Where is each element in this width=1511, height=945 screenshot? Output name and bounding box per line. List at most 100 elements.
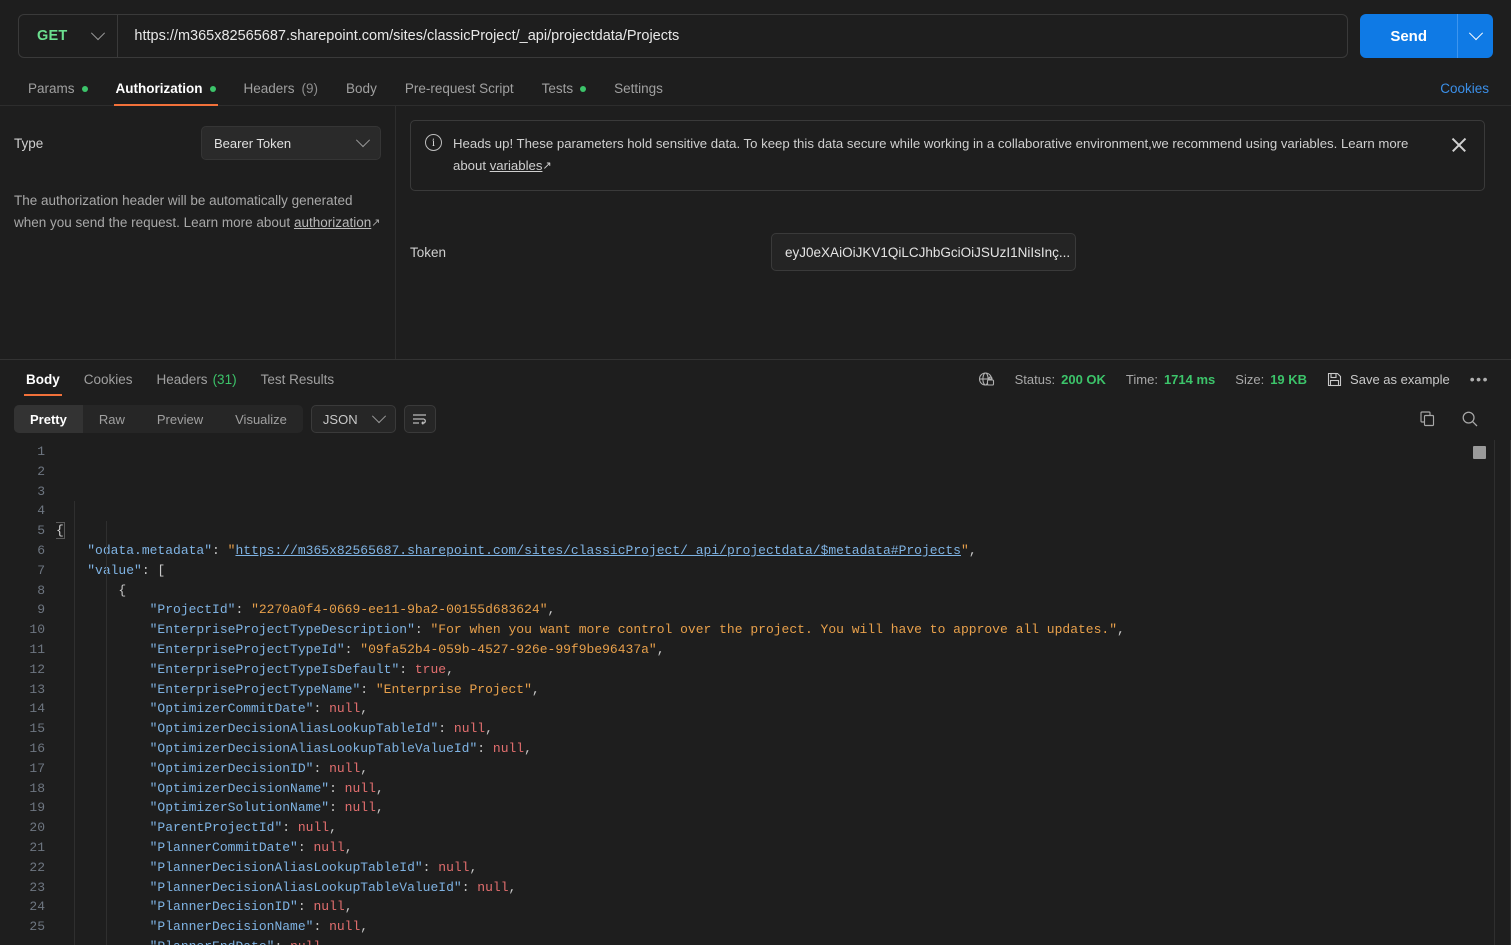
http-method-dropdown[interactable]: GET xyxy=(19,15,118,57)
code-token: null xyxy=(329,761,360,776)
more-options-icon[interactable]: ••• xyxy=(1470,371,1489,387)
view-mode-raw[interactable]: Raw xyxy=(83,405,141,433)
code-line: "PlannerCommitDate": null, xyxy=(56,838,1511,858)
tab-settings[interactable]: Settings xyxy=(600,81,677,105)
code-line: "OptimizerDecisionName": null, xyxy=(56,779,1511,799)
send-button[interactable]: Send xyxy=(1360,14,1457,58)
code-line: "EnterpriseProjectTypeId": "09fa52b4-059… xyxy=(56,640,1511,660)
word-wrap-icon xyxy=(412,412,428,426)
search-icon[interactable] xyxy=(1461,410,1479,428)
view-mode-preview[interactable]: Preview xyxy=(141,405,219,433)
response-format-select[interactable]: JSON xyxy=(311,405,396,433)
view-mode-visualize[interactable]: Visualize xyxy=(219,405,303,433)
response-tab-test-results[interactable]: Test Results xyxy=(249,360,347,398)
code-token: "PlannerDecisionID" xyxy=(150,899,298,914)
code-line: "OptimizerDecisionAliasLookupTableId": n… xyxy=(56,719,1511,739)
url-input[interactable] xyxy=(118,28,1347,44)
code-line: { xyxy=(56,521,1511,541)
minimap-thumb[interactable] xyxy=(1473,446,1486,459)
request-url-bar: GET Send xyxy=(0,0,1511,72)
notice-text: Heads up! These parameters hold sensitiv… xyxy=(453,133,1437,178)
tab-label: Tests xyxy=(542,81,574,96)
line-number: 2 xyxy=(0,462,45,482)
code-token: null xyxy=(454,721,485,736)
postman-window: GET Send Params Authorization Headers (9… xyxy=(0,0,1511,945)
response-tab-body[interactable]: Body xyxy=(14,360,72,398)
code-token: : xyxy=(274,939,290,945)
response-tab-cookies[interactable]: Cookies xyxy=(72,360,145,398)
token-input[interactable]: eyJ0eXAiOiJKV1QiLCJhbGciOiJSUzI1NiIsInç.… xyxy=(771,233,1076,271)
token-row: Token eyJ0eXAiOiJKV1QiLCJhbGciOiJSUzI1Ni… xyxy=(410,233,1485,271)
code-line: { xyxy=(56,581,1511,601)
code-token: : xyxy=(438,721,454,736)
code-line: "PlannerDecisionAliasLookupTableValueId"… xyxy=(56,878,1511,898)
tab-tests[interactable]: Tests xyxy=(528,81,601,105)
copy-icon[interactable] xyxy=(1419,410,1437,428)
globe-lock-icon[interactable] xyxy=(978,371,995,388)
line-number: 24 xyxy=(0,897,45,917)
tab-label: Params xyxy=(28,81,75,96)
code-token: "09fa52b4-059b-4527-926e-99f9be96437a" xyxy=(360,642,656,657)
save-as-example-label: Save as example xyxy=(1350,372,1450,387)
auth-type-select[interactable]: Bearer Token xyxy=(201,126,381,160)
code-token: : [ xyxy=(142,563,165,578)
code-token: "EnterpriseProjectTypeIsDefault" xyxy=(150,662,400,677)
tab-headers[interactable]: Headers (9) xyxy=(230,81,333,105)
code-line: "PlannerDecisionAliasLookupTableId": nul… xyxy=(56,858,1511,878)
code-token: : xyxy=(282,820,298,835)
time-value: 1714 ms xyxy=(1164,372,1215,387)
line-number: 3 xyxy=(0,482,45,502)
code-token: "PlannerCommitDate" xyxy=(150,840,298,855)
line-number: 11 xyxy=(0,640,45,660)
json-code-editor[interactable]: 1234567891011121314151617181920212223242… xyxy=(0,440,1511,945)
tab-label: Headers xyxy=(157,372,208,387)
size-metric: Size: 19 KB xyxy=(1235,372,1307,387)
line-number: 20 xyxy=(0,818,45,838)
line-number: 22 xyxy=(0,858,45,878)
notice-sentence: Heads up! These parameters hold sensitiv… xyxy=(453,136,1408,173)
code-token: null xyxy=(329,701,360,716)
http-method-label: GET xyxy=(37,28,67,44)
cookies-link[interactable]: Cookies xyxy=(1440,81,1489,96)
response-tab-headers[interactable]: Headers (31) xyxy=(145,360,249,398)
line-number: 13 xyxy=(0,680,45,700)
variables-doc-link[interactable]: variables xyxy=(490,158,543,173)
word-wrap-button[interactable] xyxy=(404,405,436,433)
code-token: , xyxy=(376,781,384,796)
code-token: , xyxy=(969,543,977,558)
tab-label: Headers xyxy=(244,81,295,96)
view-mode-pretty[interactable]: Pretty xyxy=(14,405,83,433)
close-icon[interactable] xyxy=(1448,134,1470,156)
tab-params[interactable]: Params xyxy=(14,81,102,105)
line-number: 7 xyxy=(0,561,45,581)
view-toolbar-actions xyxy=(1419,410,1497,428)
code-token: "EnterpriseProjectTypeDescription" xyxy=(150,622,415,637)
authorization-pane: Type Bearer Token The authorization head… xyxy=(0,106,1511,359)
code-token: : xyxy=(313,919,329,934)
code-token: "OptimizerCommitDate" xyxy=(150,701,314,716)
code-token: : xyxy=(298,840,314,855)
tab-authorization[interactable]: Authorization xyxy=(102,81,230,105)
chevron-down-icon xyxy=(356,133,370,147)
code-token[interactable]: https://m365x82565687.sharepoint.com/sit… xyxy=(235,543,961,558)
authorization-doc-link[interactable]: authorization xyxy=(294,215,371,230)
tab-label: Settings xyxy=(614,81,663,96)
line-number: 17 xyxy=(0,759,45,779)
code-token: , xyxy=(1117,622,1125,637)
code-token: , xyxy=(345,840,353,855)
line-number: 18 xyxy=(0,779,45,799)
code-token: null xyxy=(290,939,321,945)
code-token: "OptimizerDecisionName" xyxy=(150,781,329,796)
tab-pre-request-script[interactable]: Pre-request Script xyxy=(391,81,528,105)
code-token: : xyxy=(298,899,314,914)
line-number: 15 xyxy=(0,719,45,739)
code-line: "EnterpriseProjectTypeName": "Enterprise… xyxy=(56,680,1511,700)
code-token: null xyxy=(345,781,376,796)
size-label: Size: xyxy=(1235,372,1264,387)
save-as-example-button[interactable]: Save as example xyxy=(1327,372,1450,387)
send-options-button[interactable] xyxy=(1457,14,1493,58)
tab-body[interactable]: Body xyxy=(332,81,391,105)
code-token: , xyxy=(376,800,384,815)
line-number: 14 xyxy=(0,699,45,719)
code-token: "OptimizerDecisionAliasLookupTableValueI… xyxy=(150,741,478,756)
